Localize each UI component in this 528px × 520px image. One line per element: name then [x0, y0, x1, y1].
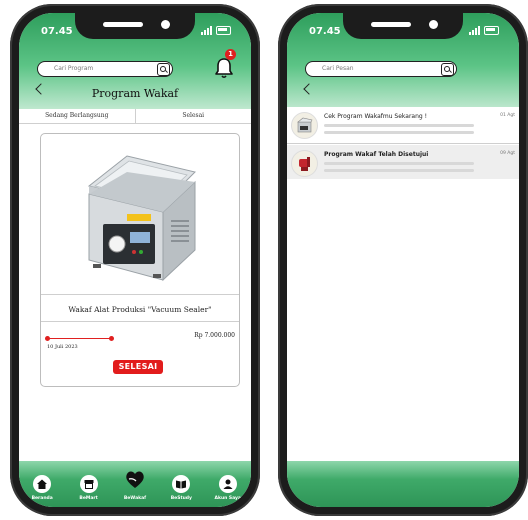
search-input[interactable]: Cari Program: [37, 61, 173, 77]
notification-preview-line: [324, 169, 474, 172]
nav-item-bewakaf[interactable]: BeWakaf: [115, 467, 155, 501]
screen-program-wakaf: 07.45 Cari Program 1 Program Wakaf Sedan…: [19, 13, 251, 507]
search-icon[interactable]: [157, 63, 170, 76]
tab-ongoing[interactable]: Sedang Berlangsung: [19, 109, 135, 123]
notification-thumbnail: [291, 150, 318, 177]
program-card[interactable]: Wakaf Alat Produksi "Vacuum Sealer" Rp 7…: [40, 133, 240, 387]
tab-finished[interactable]: Selesai: [134, 109, 252, 123]
phone-left: 07.45 Cari Program 1 Program Wakaf Sedan…: [10, 4, 260, 516]
progress-end-dot: [109, 336, 114, 341]
notch: [75, 13, 195, 39]
notification-date: 09 Agt: [500, 151, 515, 156]
status-time: 07.45: [309, 26, 341, 37]
program-date: 10 Juli 2023: [47, 344, 78, 350]
program-title: Wakaf Alat Produksi "Vacuum Sealer": [68, 305, 212, 314]
notification-title: Cek Program Wakafmu Sekarang !: [324, 113, 428, 120]
battery-icon: [484, 26, 499, 35]
tab-bar: Sedang Berlangsung Selesai: [19, 109, 251, 124]
status-icons: [469, 26, 499, 35]
page-title: Program Wakaf: [91, 87, 179, 100]
status-time: 07.45: [41, 26, 73, 37]
nav-label: BeWakaf: [123, 496, 147, 501]
notification-divider: [287, 143, 519, 144]
search-placeholder: Cari Pesan: [322, 65, 354, 72]
nav-item-beranda[interactable]: Beranda: [22, 475, 62, 501]
progress-start-dot: [45, 336, 50, 341]
bottom-nav-items: Beranda BeMart BeWakaf BeStudy Akun Saya: [19, 467, 251, 501]
nav-label: Akun Saya: [214, 496, 242, 501]
search-input[interactable]: Cari Pesan: [305, 61, 457, 77]
nav-item-bestudy[interactable]: BeStudy: [161, 475, 201, 501]
search-placeholder: Cari Program: [54, 65, 94, 72]
notification-thumbnail: [291, 112, 318, 139]
screen-notifications: 07.45 Cari Pesan Cek Program Wakafmu Sek…: [287, 13, 519, 507]
status-badge-finished[interactable]: SELESAI: [113, 360, 163, 374]
heart-hand-icon: [123, 467, 147, 491]
book-icon: [172, 475, 191, 493]
status-icons: [201, 26, 231, 35]
bottom-bar: [287, 461, 519, 507]
progress-bar: [47, 338, 112, 339]
search-icon[interactable]: [441, 63, 454, 76]
notification-preview-line: [324, 124, 474, 127]
card-divider: [41, 294, 239, 295]
nav-label: BeStudy: [170, 496, 192, 501]
nav-item-bemart[interactable]: BeMart: [69, 475, 109, 501]
program-target-amount: Rp 7.000.000: [194, 332, 235, 339]
store-icon: [79, 475, 98, 493]
notification-badge: 1: [225, 49, 236, 60]
user-icon: [218, 475, 237, 493]
notification-item[interactable]: Cek Program Wakafmu Sekarang ! 01 Agt: [287, 107, 519, 141]
home-icon: [33, 475, 52, 493]
notification-item[interactable]: Program Wakaf Telah Disetujui 09 Agt: [287, 145, 519, 179]
nav-label: Beranda: [31, 496, 53, 501]
vacuum-sealer-image: [87, 155, 196, 282]
notification-preview-line: [324, 162, 474, 165]
notification-date: 01 Agt: [500, 113, 515, 118]
phone-right: 07.45 Cari Pesan Cek Program Wakafmu Sek…: [278, 4, 528, 516]
battery-icon: [216, 26, 231, 35]
nav-label: BeMart: [79, 496, 98, 501]
nav-item-akun[interactable]: Akun Saya: [208, 475, 248, 501]
notification-preview-line: [324, 131, 474, 134]
card-divider: [41, 321, 239, 322]
signal-icon: [469, 26, 480, 35]
signal-icon: [201, 26, 212, 35]
notification-title: Program Wakaf Telah Disetujui: [324, 151, 429, 158]
notch: [343, 13, 463, 39]
